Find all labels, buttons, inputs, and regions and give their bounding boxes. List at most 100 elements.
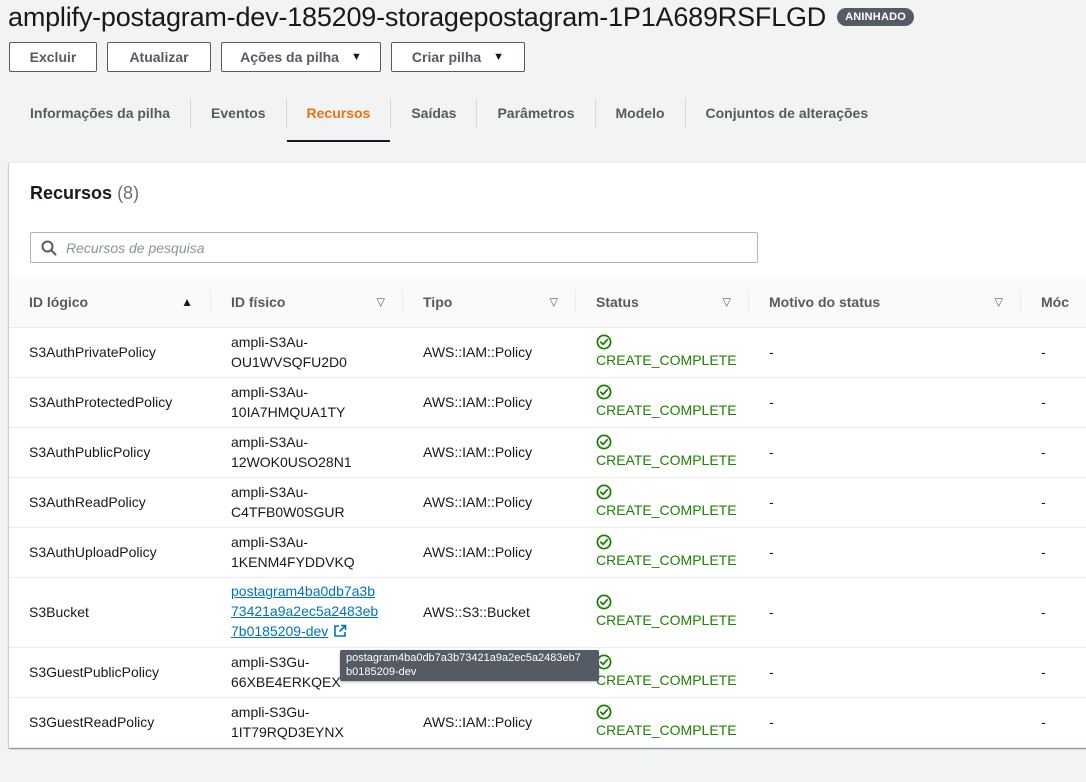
delete-button-label: Excluir <box>29 49 77 65</box>
external-link-icon[interactable] <box>333 623 347 643</box>
column-label: ID físico <box>231 293 286 310</box>
tab-events[interactable]: Eventos <box>191 84 285 142</box>
sort-icon[interactable]: ▽ <box>995 295 1003 308</box>
action-toolbar: Excluir Atualizar Ações da pilha ▼ Criar … <box>9 42 535 72</box>
table-row[interactable]: S3Bucket postagram4ba0db7a3b 73421a9a2ec5a… <box>9 577 1086 648</box>
cell-physical-id: ampli-S3Au- 1KENM4FYDDVKQ <box>211 527 403 578</box>
table-row[interactable]: S3AuthPrivatePolicy ampli-S3Au- OU1WVSQFU2… <box>9 327 1086 378</box>
sort-icon[interactable]: ▽ <box>723 295 731 308</box>
physical-id-part: ampli-S3Au- <box>231 434 309 450</box>
cell-module: - <box>1021 577 1086 648</box>
status-text: CREATE_COMPLETE <box>596 502 737 518</box>
sort-icon[interactable]: ▽ <box>550 295 558 308</box>
cell-physical-id: postagram4ba0db7a3b 73421a9a2ec5a2483eb 7b… <box>211 577 403 648</box>
tab-resources[interactable]: Recursos <box>286 84 391 142</box>
cell-status-reason: - <box>749 697 1021 748</box>
physical-id-part: ampli-S3Gu- <box>231 704 310 720</box>
tab-outputs[interactable]: Saídas <box>391 84 476 142</box>
status-text: CREATE_COMPLETE <box>596 452 737 468</box>
physical-id-part: ampli-S3Au- <box>231 384 309 400</box>
status-text: CREATE_COMPLETE <box>596 352 737 368</box>
cell-type: AWS::IAM::Policy <box>403 327 576 378</box>
cell-type: AWS::IAM::Policy <box>403 527 576 578</box>
cell-logical-id: S3Bucket <box>9 577 211 648</box>
sort-ascending-icon[interactable]: ▲ <box>181 295 193 309</box>
cell-status: CREATE_COMPLETE <box>576 527 749 578</box>
cell-module: - <box>1021 427 1086 478</box>
cell-logical-id: S3GuestPublicPolicy <box>9 647 211 698</box>
create-stack-dropdown[interactable]: Criar pilha ▼ <box>391 42 525 72</box>
search-input[interactable] <box>66 239 716 256</box>
tab-change-sets[interactable]: Conjuntos de alterações <box>686 84 889 142</box>
status-text: CREATE_COMPLETE <box>596 402 737 418</box>
column-header-physical-id[interactable]: ID físico ▽ <box>211 277 403 328</box>
success-check-icon <box>596 434 612 450</box>
column-label: Móc <box>1041 293 1069 310</box>
create-stack-label: Criar pilha <box>411 49 482 65</box>
table-header-row: ID lógico ▲ ID físico ▽ Tipo ▽ Status ▽ Moti… <box>9 277 1086 328</box>
status-text: CREATE_COMPLETE <box>596 672 737 688</box>
cell-status-reason: - <box>749 477 1021 528</box>
cell-logical-id: S3AuthPrivatePolicy <box>9 327 211 378</box>
resources-count: (8) <box>117 183 140 203</box>
caret-down-icon: ▼ <box>350 51 362 63</box>
table-row[interactable]: S3AuthUploadPolicy ampli-S3Au- 1KENM4FYDDV… <box>9 527 1086 578</box>
stack-actions-label: Ações da pilha <box>240 49 339 65</box>
cell-logical-id: S3AuthProtectedPolicy <box>9 377 211 428</box>
column-header-logical-id[interactable]: ID lógico ▲ <box>9 277 211 328</box>
resources-title: Recursos <box>30 183 113 203</box>
table-row[interactable]: S3AuthProtectedPolicy ampli-S3Au- 10IA7HMQ… <box>9 377 1086 428</box>
tab-parameters[interactable]: Parâmetros <box>477 84 594 142</box>
tab-template[interactable]: Modelo <box>596 84 685 142</box>
bucket-link[interactable]: postagram4ba0db7a3b 73421a9a2ec5a2483eb 7b… <box>231 583 378 639</box>
cell-physical-id: ampli-S3Au- 12WOK0USO28N1 <box>211 427 403 478</box>
table-row[interactable]: S3GuestReadPolicy ampli-S3Gu- 1IT79RQD3EYN… <box>9 697 1086 748</box>
column-header-status-reason[interactable]: Motivo do status ▽ <box>749 277 1021 328</box>
cell-status: CREATE_COMPLETE <box>576 377 749 428</box>
cell-physical-id: ampli-S3Au- OU1WVSQFU2D0 <box>211 327 403 378</box>
physical-id-part: 1KENM4FYDDVKQ <box>231 554 355 570</box>
status-text: CREATE_COMPLETE <box>596 552 737 568</box>
cell-physical-id: ampli-S3Au- C4TFB0W0SGUR <box>211 477 403 528</box>
physical-id-part: 12WOK0USO28N1 <box>231 454 352 470</box>
cell-module: - <box>1021 477 1086 528</box>
tab-stack-info[interactable]: Informações da pilha <box>10 84 190 142</box>
column-label: ID lógico <box>29 293 89 310</box>
success-check-icon <box>596 534 612 550</box>
sort-icon[interactable]: ▽ <box>377 295 385 308</box>
caret-down-icon: ▼ <box>493 51 505 63</box>
tooltip-line: b0185209-dev <box>346 666 417 678</box>
cell-status-reason: - <box>749 327 1021 378</box>
column-label: Status <box>596 293 639 310</box>
status-text: CREATE_COMPLETE <box>596 612 737 628</box>
column-header-type[interactable]: Tipo ▽ <box>403 277 576 328</box>
delete-button[interactable]: Excluir <box>9 42 97 72</box>
success-check-icon <box>596 594 612 610</box>
success-check-icon <box>596 384 612 400</box>
resources-heading: Recursos (8) <box>30 183 139 204</box>
success-check-icon <box>596 704 612 720</box>
cell-logical-id: S3AuthUploadPolicy <box>9 527 211 578</box>
table-row[interactable]: S3AuthPublicPolicy ampli-S3Au- 12WOK0USO28… <box>9 427 1086 478</box>
cell-logical-id: S3AuthPublicPolicy <box>9 427 211 478</box>
tooltip-line: postagram4ba0db7a3b73421a9a2ec5a2483eb7 <box>346 652 581 664</box>
physical-id-part: 66XBE4ERKQEX <box>231 674 341 690</box>
column-header-status[interactable]: Status ▽ <box>576 277 749 328</box>
cell-type: AWS::IAM::Policy <box>403 697 576 748</box>
physical-id-part: ampli-S3Au- <box>231 334 309 350</box>
stack-actions-dropdown[interactable]: Ações da pilha ▼ <box>221 42 381 72</box>
cell-physical-id: ampli-S3Gu- 1IT79RQD3EYNX <box>211 697 403 748</box>
cell-status: CREATE_COMPLETE <box>576 577 749 648</box>
stack-title: amplify-postagram-dev-185209-storagepost… <box>8 1 827 32</box>
cell-type: AWS::S3::Bucket <box>403 577 576 648</box>
refresh-button[interactable]: Atualizar <box>107 42 211 72</box>
column-header-module[interactable]: Móc <box>1021 277 1086 328</box>
physical-id-part: ampli-S3Au- <box>231 484 309 500</box>
cell-status: CREATE_COMPLETE <box>576 477 749 528</box>
resources-table-body: S3AuthPrivatePolicy ampli-S3Au- OU1WVSQFU2… <box>9 327 1086 748</box>
table-row[interactable]: S3AuthReadPolicy ampli-S3Au- C4TFB0W0SGUR A… <box>9 477 1086 528</box>
status-text: CREATE_COMPLETE <box>596 722 737 738</box>
cell-status-reason: - <box>749 427 1021 478</box>
column-label: Motivo do status <box>769 293 881 310</box>
resources-search[interactable] <box>30 232 758 263</box>
